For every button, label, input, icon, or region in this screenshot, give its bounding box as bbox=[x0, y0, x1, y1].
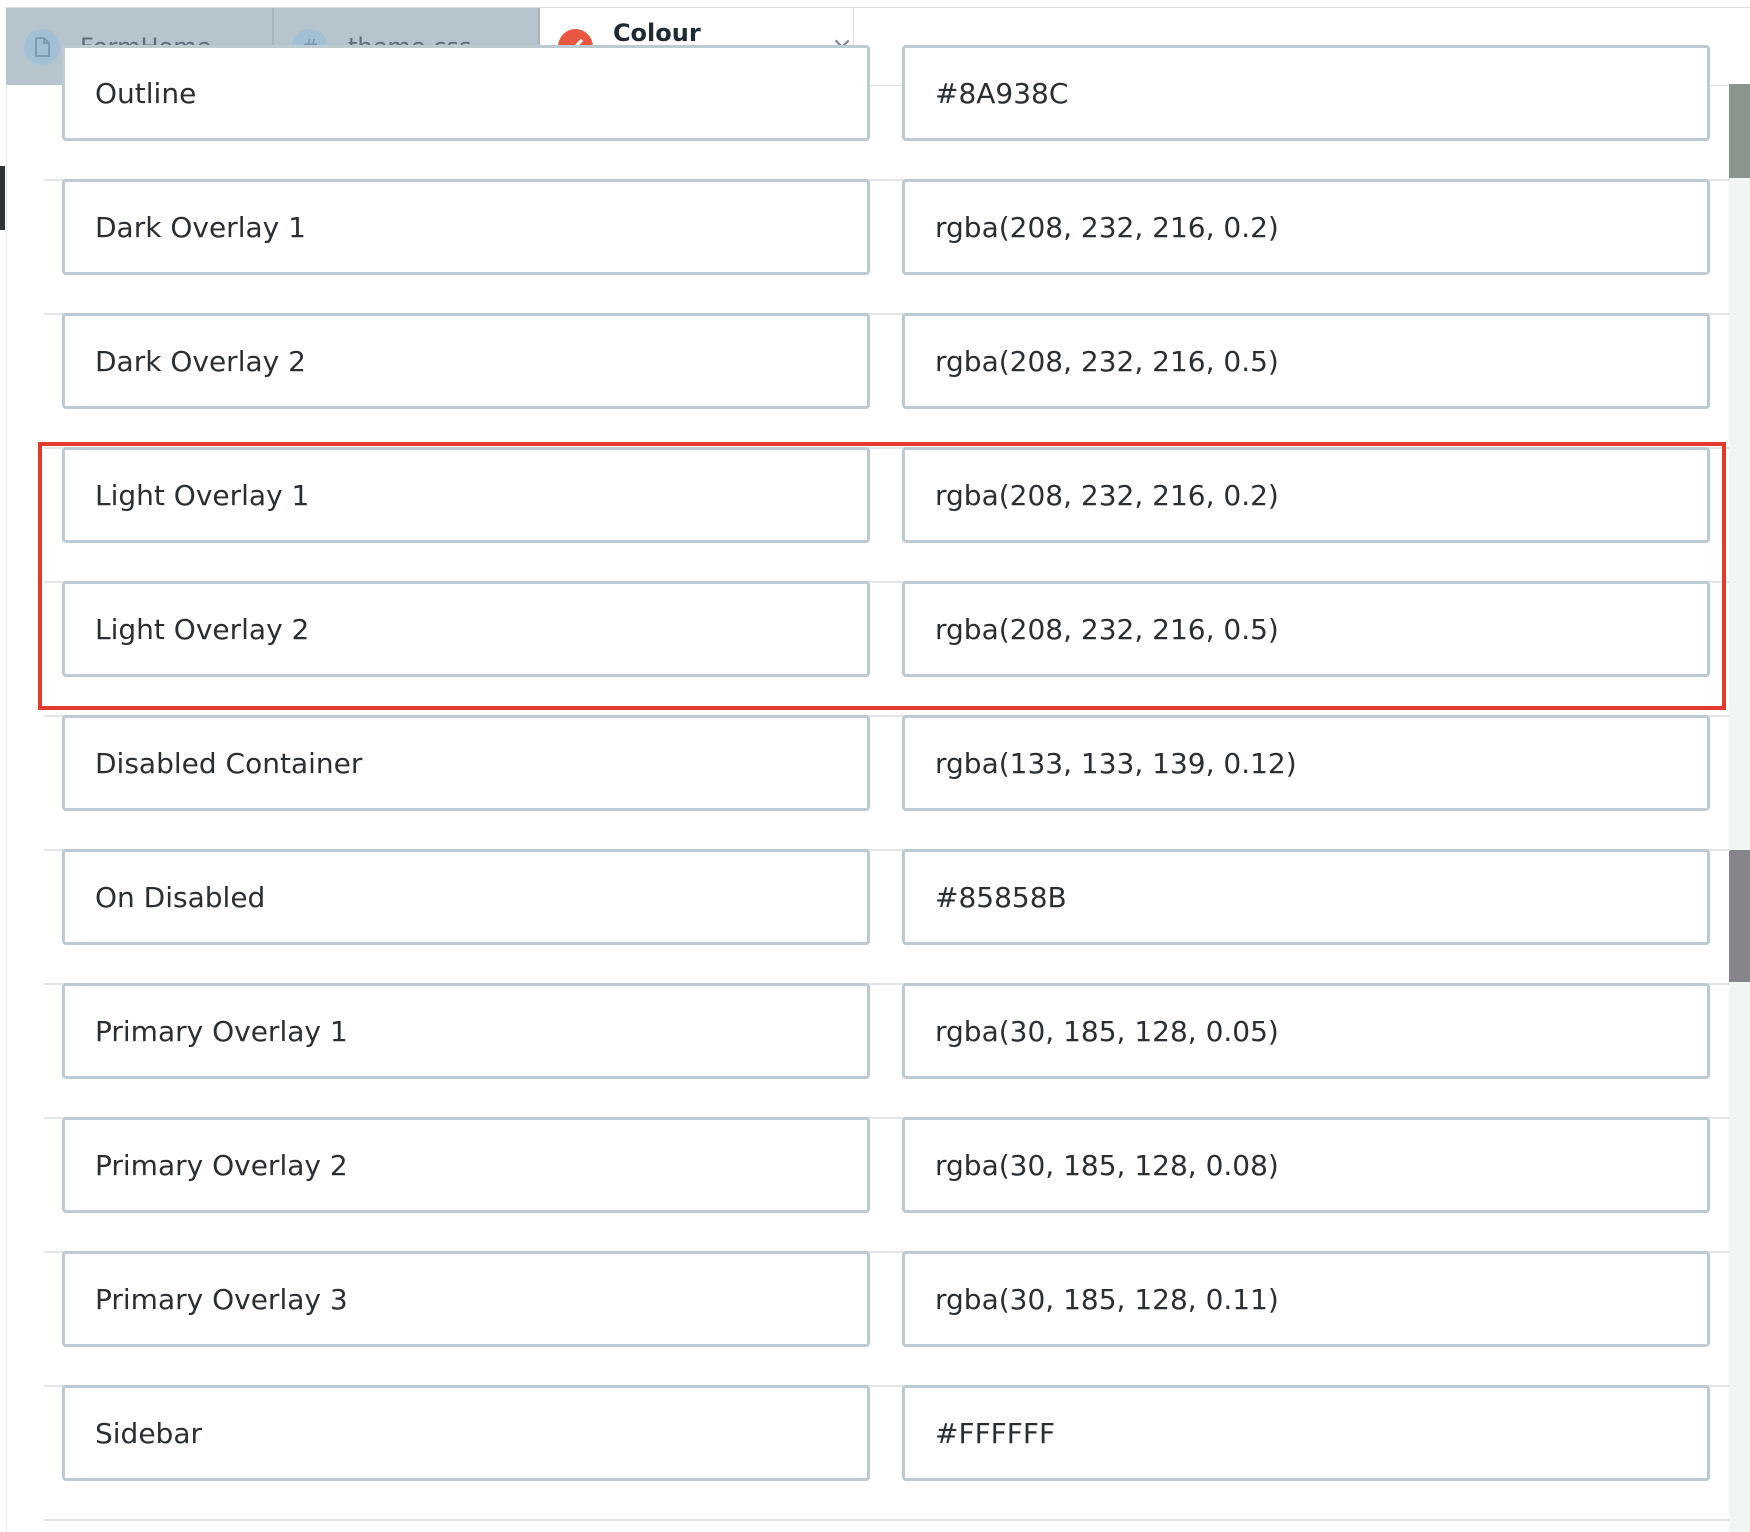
colour-value-input[interactable]: rgba(208, 232, 216, 0.2) bbox=[902, 179, 1710, 275]
colour-value-input[interactable]: rgba(133, 133, 139, 0.12) bbox=[902, 715, 1710, 811]
colour-name-input[interactable]: Dark Overlay 1 bbox=[62, 179, 870, 275]
colour-name-input[interactable]: Sidebar bbox=[62, 1385, 870, 1481]
colour-name-input[interactable]: Light Overlay 2 bbox=[62, 581, 870, 677]
table-row: Dark Overlay 2 rgba(208, 232, 216, 0.5) bbox=[44, 313, 1730, 449]
colour-value-input[interactable]: rgba(208, 232, 216, 0.5) bbox=[902, 313, 1710, 409]
scrollbar-thumb[interactable] bbox=[1729, 84, 1750, 178]
colour-name-input[interactable]: Light Overlay 1 bbox=[62, 447, 870, 543]
active-indicator bbox=[0, 166, 5, 230]
colour-name-input[interactable]: Disabled Container bbox=[62, 715, 870, 811]
table-row: Outline #8A938C bbox=[44, 45, 1730, 181]
colour-value-input[interactable]: rgba(30, 185, 128, 0.11) bbox=[902, 1251, 1710, 1347]
colour-value-input[interactable]: #85858B bbox=[902, 849, 1710, 945]
colour-value-input[interactable]: rgba(208, 232, 216, 0.5) bbox=[902, 581, 1710, 677]
scrollbar-track[interactable] bbox=[1729, 84, 1750, 1532]
colour-name-input[interactable]: Primary Overlay 2 bbox=[62, 1117, 870, 1213]
colour-value-input[interactable]: rgba(208, 232, 216, 0.2) bbox=[902, 447, 1710, 543]
colour-name-input[interactable]: Primary Overlay 3 bbox=[62, 1251, 870, 1347]
scrollbar-marker bbox=[1729, 850, 1750, 982]
colour-value-input[interactable]: rgba(30, 185, 128, 0.05) bbox=[902, 983, 1710, 1079]
table-row: Primary Overlay 3 rgba(30, 185, 128, 0.1… bbox=[44, 1251, 1730, 1387]
table-row: Primary Overlay 1 rgba(30, 185, 128, 0.0… bbox=[44, 983, 1730, 1119]
table-row: Disabled Container rgba(133, 133, 139, 0… bbox=[44, 715, 1730, 851]
colour-name-input[interactable]: Outline bbox=[62, 45, 870, 141]
colour-value-input[interactable]: #FFFFFF bbox=[902, 1385, 1710, 1481]
left-gutter bbox=[0, 84, 7, 1532]
table-row: Light Overlay 1 rgba(208, 232, 216, 0.2) bbox=[44, 447, 1730, 583]
table-row: Light Overlay 2 rgba(208, 232, 216, 0.5) bbox=[44, 581, 1730, 717]
colour-value-input[interactable]: rgba(30, 185, 128, 0.08) bbox=[902, 1117, 1710, 1213]
colour-name-input[interactable]: On Disabled bbox=[62, 849, 870, 945]
table-row: Sidebar #FFFFFF bbox=[44, 1385, 1730, 1521]
table-row: Dark Overlay 1 rgba(208, 232, 216, 0.2) bbox=[44, 179, 1730, 315]
table-row: Primary Overlay 2 rgba(30, 185, 128, 0.0… bbox=[44, 1117, 1730, 1253]
table-row: On Disabled #85858B bbox=[44, 849, 1730, 985]
colour-name-input[interactable]: Dark Overlay 2 bbox=[62, 313, 870, 409]
colour-value-input[interactable]: #8A938C bbox=[902, 45, 1710, 141]
colour-name-input[interactable]: Primary Overlay 1 bbox=[62, 983, 870, 1079]
